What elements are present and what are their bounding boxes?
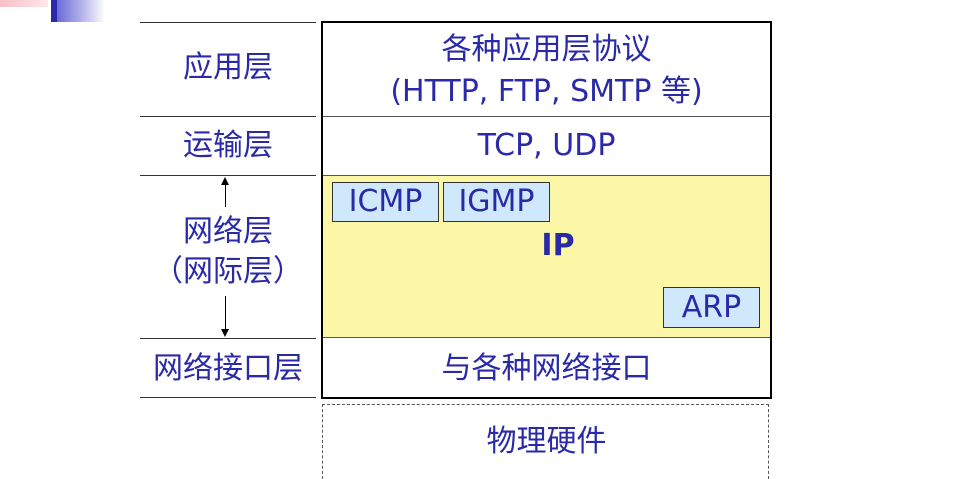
- application-protocols-examples: (HTTP, FTP, SMTP 等): [390, 74, 703, 109]
- ip-label: IP: [541, 228, 575, 263]
- layer-label-application: 应用层: [183, 50, 273, 85]
- arp-box: ARP: [663, 287, 760, 328]
- igmp-box: IGMP: [443, 182, 550, 222]
- left-divider-top: [140, 22, 316, 23]
- layer-label-network-alt: （网际层）: [153, 254, 303, 289]
- icmp-box: ICMP: [332, 182, 439, 222]
- corner-decoration-gradient: [57, 0, 105, 22]
- layer-label-transport: 运输层: [183, 128, 273, 163]
- hardware-label: 物理硬件: [486, 424, 607, 459]
- layer-label-network: 网络层: [183, 214, 273, 249]
- arrow-line-lower: [225, 296, 226, 329]
- network-interface-label: 与各种网络接口: [441, 351, 652, 386]
- layer-label-interface: 网络接口层: [153, 351, 303, 386]
- left-divider-application: [140, 116, 316, 117]
- arrow-down-head: [221, 329, 229, 337]
- arrow-up-head: [221, 177, 229, 185]
- left-divider-bottom: [140, 397, 316, 398]
- left-divider-transport: [140, 175, 316, 176]
- transport-protocols-label: TCP, UDP: [477, 128, 616, 163]
- left-divider-network: [140, 338, 316, 339]
- application-protocols-label: 各种应用层协议: [441, 32, 652, 67]
- corner-decoration-pink: [0, 0, 48, 7]
- arrow-line-upper: [225, 185, 226, 207]
- stack-divider-application: [323, 116, 770, 117]
- stack-divider-network: [323, 337, 770, 338]
